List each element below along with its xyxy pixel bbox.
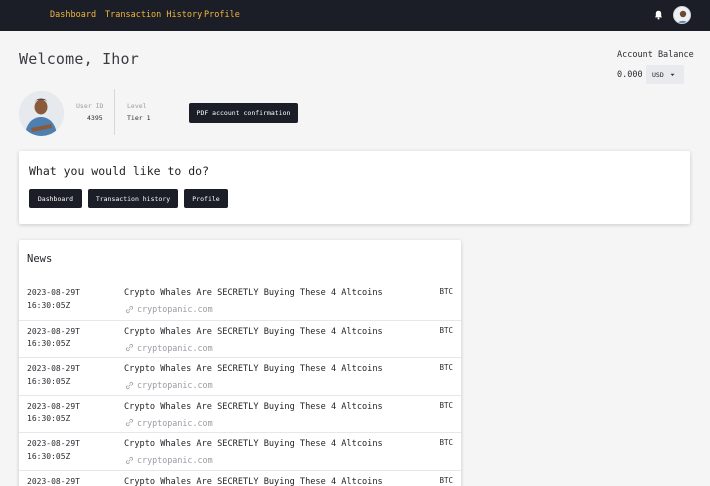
- news-date: 2023-08-29T 16:30:05Z: [27, 326, 107, 351]
- link-icon: [125, 418, 134, 427]
- user-avatar[interactable]: [673, 6, 691, 24]
- pdf-account-confirmation-button[interactable]: PDF account confirmation: [189, 103, 298, 123]
- news-ticker: BTC: [439, 438, 453, 447]
- profile-avatar: [19, 91, 64, 136]
- news-source-text: cryptopanic.com: [137, 455, 213, 465]
- news-source-text: cryptopanic.com: [137, 342, 213, 353]
- news-item[interactable]: 2023-08-29T 16:30:05Z Crypto Whales Are SE…: [19, 357, 461, 395]
- news-date-time: 16:30:05Z: [27, 414, 71, 423]
- news-date-day: 2023-08-29T: [27, 401, 80, 411]
- level-label: Level: [127, 102, 147, 110]
- news-date-time: 16:30:05Z: [27, 376, 71, 386]
- user-id-label: User ID: [76, 102, 104, 110]
- dashboard-button[interactable]: Dashboard: [29, 189, 82, 208]
- news-ticker: BTC: [439, 363, 453, 372]
- news-headline[interactable]: Crypto Whales Are SECRETLY Buying These …: [124, 402, 383, 412]
- news-source[interactable]: cryptopanic.com: [125, 343, 213, 353]
- news-source-text: cryptopanic.com: [137, 380, 213, 390]
- news-date: 2023-08-29T 16:30:05Z: [27, 363, 107, 388]
- news-item[interactable]: 2023-08-29T16:30:05Z Crypto Whales Are SE…: [19, 469, 461, 486]
- actions-card: What you would like to do? Dashboard Tra…: [19, 151, 690, 224]
- news-date-time: 16:30:05Z: [27, 451, 71, 461]
- top-navbar: Dashboard Transaction History Profile: [0, 0, 710, 31]
- news-headline[interactable]: Crypto Whales Are SECRETLY Buying These …: [124, 288, 383, 298]
- person-icon: [674, 7, 690, 23]
- news-headline[interactable]: Crypto Whales Are SECRETLY Buying These …: [124, 477, 383, 486]
- news-headline[interactable]: Crypto Whales Are SECRETLY Buying These …: [124, 364, 383, 374]
- news-source[interactable]: cryptopanic.com: [125, 418, 213, 428]
- currency-select[interactable]: USD: [646, 65, 684, 84]
- account-balance-label: Account Balance: [617, 50, 694, 60]
- news-date: 2023-08-29T 16:30:05Z: [27, 438, 107, 463]
- news-date-time: 16:30:05Z: [27, 339, 71, 348]
- news-card: News 2023-08-29T 16:30:05Z Crypto Whales A…: [19, 240, 461, 486]
- link-icon: [125, 381, 134, 389]
- news-ticker: BTC: [439, 475, 453, 485]
- news-headline[interactable]: Crypto Whales Are SECRETLY Buying These …: [124, 327, 383, 337]
- news-date-time: 16:30:05Z: [27, 300, 71, 310]
- bell-icon[interactable]: [654, 10, 663, 20]
- news-date-day: 2023-08-29T: [27, 288, 80, 297]
- news-item[interactable]: 2023-08-29T 16:30:05Z Crypto Whales Are SE…: [19, 432, 461, 470]
- news-date-day: 2023-08-29T: [27, 439, 80, 448]
- news-date-day: 2023-08-29T: [27, 476, 80, 486]
- news-item[interactable]: 2023-08-29T 16:30:05Z Crypto Whales Are SE…: [19, 282, 461, 320]
- news-ticker: BTC: [439, 325, 453, 335]
- news-item[interactable]: 2023-08-29T 16:30:05Z Crypto Whales Are SE…: [19, 394, 461, 433]
- page-title: Welcome, Ihor: [19, 50, 139, 68]
- profile-button[interactable]: Profile: [184, 189, 228, 208]
- news-date: 2023-08-29T 16:30:05Z: [27, 401, 107, 426]
- nav-profile-link[interactable]: Profile: [204, 10, 240, 20]
- news-title: News: [27, 253, 53, 265]
- link-icon: [125, 305, 134, 313]
- news-ticker: BTC: [439, 400, 453, 410]
- news-headline[interactable]: Crypto Whales Are SECRETLY Buying These …: [124, 439, 383, 449]
- news-source[interactable]: cryptopanic.com: [125, 304, 213, 314]
- nav-transaction-history-link[interactable]: Transaction History: [105, 10, 202, 20]
- news-item[interactable]: 2023-08-29T 16:30:05Z Crypto Whales Are SE…: [19, 319, 461, 358]
- person-photo-icon: [19, 91, 64, 136]
- news-source-text: cryptopanic.com: [137, 417, 213, 428]
- news-source[interactable]: cryptopanic.com: [125, 380, 213, 390]
- news-source[interactable]: cryptopanic.com: [125, 455, 213, 465]
- transaction-history-button[interactable]: Transaction history: [88, 189, 178, 208]
- account-balance-value: 0.000: [617, 70, 643, 80]
- level-value: Tier 1: [127, 114, 151, 122]
- news-source-text: cryptopanic.com: [137, 304, 213, 314]
- news-date-day: 2023-08-29T: [27, 326, 80, 336]
- user-id-value: 4395: [87, 114, 103, 122]
- link-icon: [125, 343, 134, 352]
- link-icon: [125, 456, 134, 464]
- news-date: 2023-08-29T16:30:05Z: [27, 476, 107, 486]
- info-divider: [114, 89, 115, 135]
- chevron-down-icon: [670, 73, 675, 76]
- news-date-day: 2023-08-29T: [27, 364, 80, 373]
- nav-dashboard-link[interactable]: Dashboard: [50, 10, 96, 20]
- currency-select-value: USD: [652, 70, 664, 79]
- news-date: 2023-08-29T 16:30:05Z: [27, 287, 107, 312]
- actions-title: What you would like to do?: [29, 164, 210, 178]
- news-ticker: BTC: [439, 287, 453, 296]
